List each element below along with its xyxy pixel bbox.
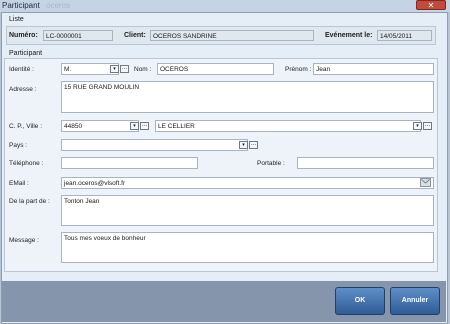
email-label: EMail : (9, 180, 29, 187)
civilite-more-icon[interactable]: ... (120, 65, 129, 73)
message-textarea[interactable]: Tous mes voeux de bonheur (61, 232, 434, 263)
ville-dropdown-icon[interactable]: ▾ (413, 122, 422, 130)
email-input[interactable]: jean.oceros@vlsoft.fr (61, 177, 434, 189)
close-button[interactable]: ✕ (416, 0, 446, 10)
telephone-input[interactable] (61, 157, 198, 169)
evenement-label: Evénement le: (325, 32, 373, 39)
window-title: Participant (2, 1, 40, 10)
numero-field: LC-0000001 (43, 30, 113, 41)
delapart-textarea[interactable]: Tonton Jean (61, 195, 434, 226)
pays-label: Pays : (9, 142, 28, 149)
mail-icon[interactable] (420, 178, 431, 187)
ville-more-icon[interactable]: ... (423, 122, 432, 130)
cp-input[interactable]: 44850 (61, 120, 139, 132)
delapart-label: De la part de : (9, 198, 50, 205)
pays-more-icon[interactable]: ... (249, 141, 258, 149)
client-field: OCEROS SANDRINE (150, 30, 314, 41)
evenement-field: 14/05/2011 (377, 30, 432, 41)
cp-more-icon[interactable]: ... (140, 122, 149, 130)
cp-dropdown-icon[interactable]: ▾ (130, 122, 139, 130)
ville-select[interactable]: LE CELLIER (155, 120, 421, 132)
pays-select[interactable] (61, 139, 248, 151)
identite-label: Identité : (9, 66, 34, 73)
nom-input[interactable]: OCEROS (157, 63, 274, 75)
civilite-dropdown-icon[interactable]: ▾ (110, 65, 119, 73)
liste-section-label: Liste (9, 16, 24, 23)
adresse-textarea[interactable]: 15 RUE GRAND MOULIN (61, 81, 434, 113)
message-label: Message : (9, 237, 39, 244)
prenom-label: Prénom : (285, 66, 312, 73)
adresse-label: Adresse : (9, 86, 37, 93)
window-ghost-title: oceros (46, 1, 71, 10)
client-label: Client: (124, 32, 146, 39)
prenom-input[interactable]: Jean (313, 63, 434, 75)
portable-label: Portable : (257, 160, 285, 167)
ok-button[interactable]: OK (335, 287, 385, 315)
telephone-label: Téléphone : (9, 160, 44, 167)
participant-section-label: Participant (9, 50, 43, 57)
pays-dropdown-icon[interactable]: ▾ (239, 141, 248, 149)
cp-ville-label: C. P., Ville : (9, 123, 42, 130)
portable-input[interactable] (297, 157, 434, 169)
nom-label: Nom : (134, 66, 152, 73)
annuler-button[interactable]: Annuler (390, 287, 440, 315)
numero-label: Numéro: (9, 32, 38, 39)
